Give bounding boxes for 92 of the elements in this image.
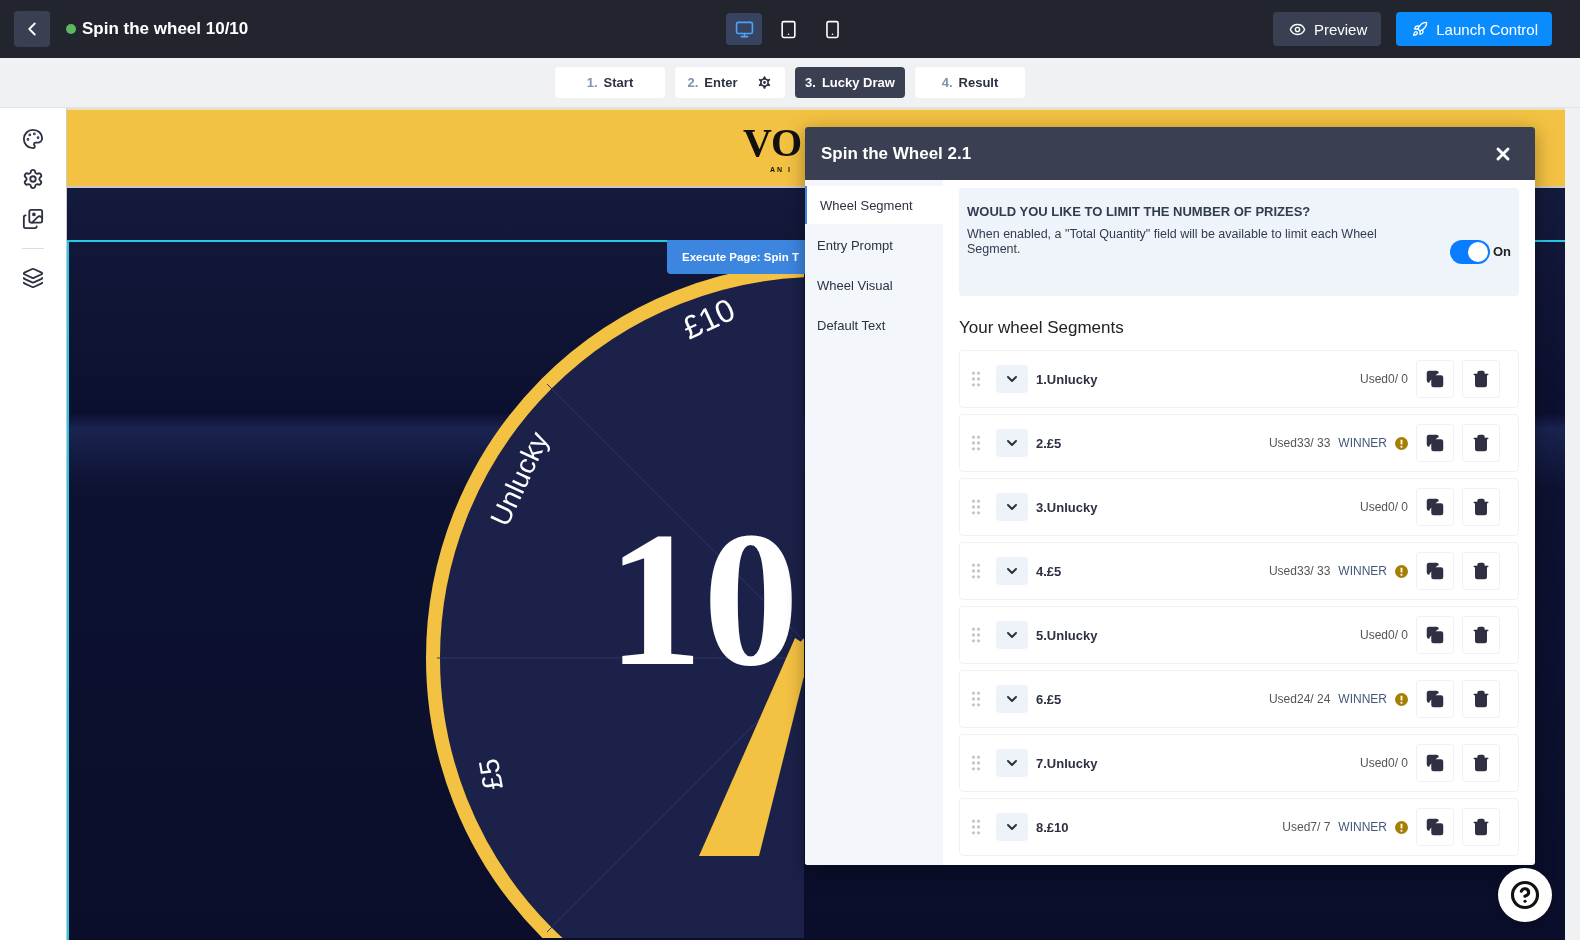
expand-button[interactable]: [996, 749, 1028, 777]
copy-icon: [1426, 754, 1444, 772]
desktop-view-button[interactable]: [726, 13, 762, 45]
usage-count: Used7/ 7: [1282, 820, 1331, 834]
expand-button[interactable]: [996, 365, 1028, 393]
duplicate-button[interactable]: [1416, 552, 1454, 590]
nav-item[interactable]: Entry Prompt: [805, 226, 943, 264]
wheel-center-number: 10: [607, 493, 799, 706]
dialog-title: Spin the Wheel 2.1: [821, 143, 972, 164]
help-icon: [1510, 880, 1540, 910]
settings-icon[interactable]: [22, 168, 44, 190]
trash-icon: [1472, 626, 1490, 644]
trash-icon: [1472, 818, 1490, 836]
usage-count: Used24/ 24: [1268, 692, 1331, 706]
copy-icon: [1426, 370, 1444, 388]
copy-icon: [1426, 562, 1444, 580]
wheel-label: £5: [472, 756, 509, 793]
tablet-icon: [778, 19, 798, 39]
trash-icon: [1472, 498, 1490, 516]
step-tab[interactable]: 3. Lucky Draw: [795, 67, 905, 98]
expand-button[interactable]: [996, 557, 1028, 585]
segment-name: 7.Unlucky: [1036, 755, 1098, 771]
copy-icon: [1426, 690, 1444, 708]
rocket-icon: [1412, 21, 1429, 37]
step-tab[interactable]: 4. Result: [915, 67, 1025, 98]
winner-label: WINNER: [1338, 820, 1387, 834]
winner-label: WINNER: [1338, 564, 1387, 578]
delete-button[interactable]: [1462, 616, 1500, 654]
palette-icon[interactable]: [22, 128, 44, 150]
settings-icon[interactable]: [755, 74, 773, 91]
wheel-label: £10: [676, 291, 741, 347]
duplicate-button[interactable]: [1416, 680, 1454, 718]
copy-icon: [1426, 498, 1444, 516]
trash-icon: [1472, 370, 1490, 388]
toggle-label: On: [1492, 244, 1511, 259]
nav-item[interactable]: Wheel Segment: [805, 186, 943, 224]
page-tag: Execute Page: Spin T: [667, 240, 806, 274]
expand-button[interactable]: [996, 493, 1028, 521]
segment-name: 1.Unlucky: [1036, 371, 1098, 387]
copy-icon: [1426, 434, 1444, 452]
usage-count: Used0/ 0: [1359, 372, 1408, 386]
images-icon[interactable]: [22, 208, 44, 230]
expand-button[interactable]: [996, 813, 1028, 841]
step-tab[interactable]: 1. Start: [555, 67, 665, 98]
duplicate-button[interactable]: [1416, 360, 1454, 398]
usage-count: Used0/ 0: [1359, 500, 1408, 514]
limit-description: When enabled, a "Total Quantity" field will be available to limit each Wheel Segment.: [967, 227, 1378, 257]
trash-icon: [1472, 434, 1490, 452]
limit-heading: WOULD YOU LIKE TO LIMIT THE NUMBER OF PRIZES?: [967, 204, 1312, 219]
copy-icon: [1426, 818, 1444, 836]
usage-count: Used33/ 33: [1268, 564, 1331, 578]
segment-name: 5.Unlucky: [1036, 627, 1098, 643]
segment-name: 2.£5: [1036, 435, 1062, 451]
delete-button[interactable]: [1462, 488, 1500, 526]
duplicate-button[interactable]: [1416, 424, 1454, 462]
segment-name: 6.£5: [1036, 691, 1062, 707]
delete-button[interactable]: [1462, 424, 1500, 462]
nav-item[interactable]: Default Text: [805, 306, 943, 344]
trash-icon: [1472, 690, 1490, 708]
expand-button[interactable]: [996, 429, 1028, 457]
delete-button[interactable]: [1462, 360, 1500, 398]
duplicate-button[interactable]: [1416, 808, 1454, 846]
delete-button[interactable]: [1462, 808, 1500, 846]
segment-name: 4.£5: [1036, 563, 1062, 579]
trash-icon: [1472, 562, 1490, 580]
segment-name: 8.£10: [1036, 819, 1069, 835]
usage-count: Used0/ 0: [1359, 756, 1408, 770]
winner-label: WINNER: [1338, 692, 1387, 706]
limit-toggle[interactable]: [1449, 240, 1490, 264]
usage-count: Used33/ 33: [1268, 436, 1331, 450]
delete-button[interactable]: [1462, 744, 1500, 782]
page-title: Spin the wheel 10/10: [82, 19, 249, 39]
desktop-icon: [734, 19, 754, 39]
expand-button[interactable]: [996, 685, 1028, 713]
logo-text: VO: [743, 124, 803, 162]
delete-button[interactable]: [1462, 552, 1500, 590]
expand-button[interactable]: [996, 621, 1028, 649]
stack-icon[interactable]: [22, 267, 44, 289]
winner-label: WINNER: [1338, 436, 1387, 450]
segments-heading: Your wheel Segments: [959, 318, 1125, 338]
delete-button[interactable]: [1462, 680, 1500, 718]
back-button[interactable]: [14, 11, 50, 47]
segment-name: 3.Unlucky: [1036, 499, 1098, 515]
preview-button[interactable]: Preview: [1272, 12, 1382, 46]
duplicate-button[interactable]: [1416, 488, 1454, 526]
usage-count: Used0/ 0: [1359, 628, 1408, 642]
duplicate-button[interactable]: [1416, 616, 1454, 654]
duplicate-button[interactable]: [1416, 744, 1454, 782]
copy-icon: [1426, 626, 1444, 644]
step-tab[interactable]: 2. Enter: [675, 67, 785, 98]
trash-icon: [1472, 754, 1490, 772]
nav-item[interactable]: Wheel Visual: [805, 266, 943, 304]
